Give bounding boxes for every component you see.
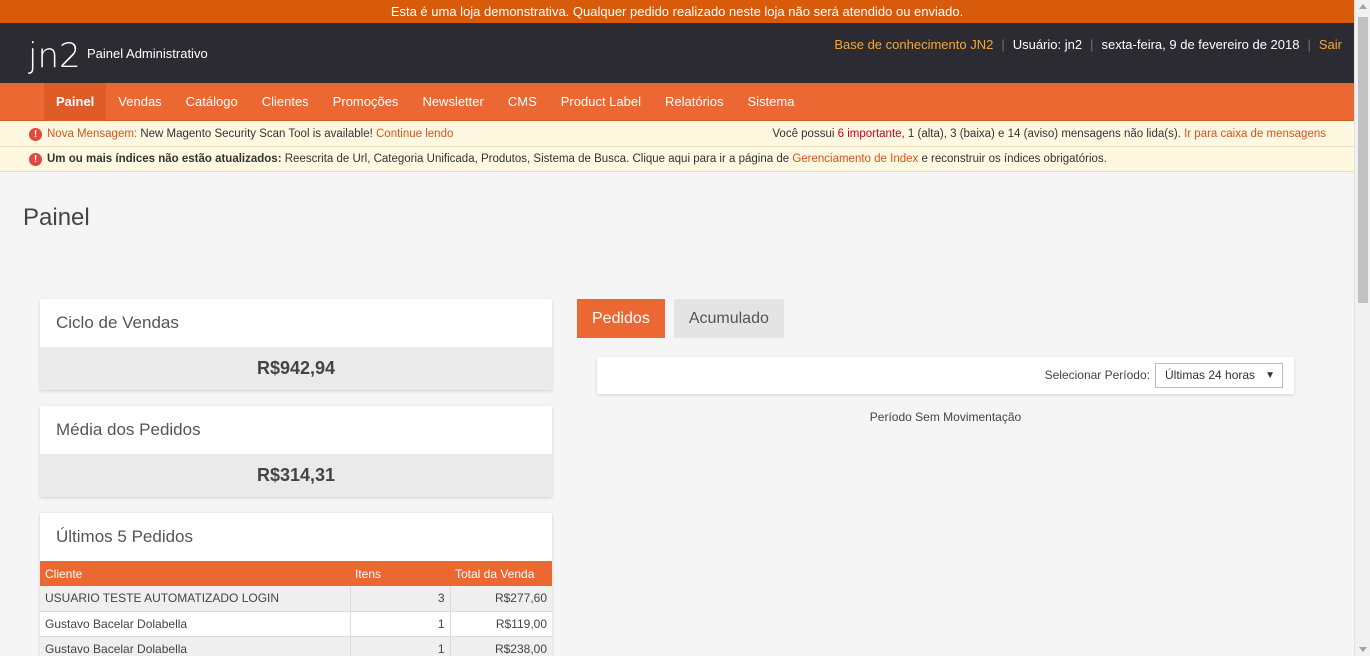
last-orders-table: Cliente Itens Total da Venda USUARIO TES… — [40, 561, 552, 656]
chevron-down-icon: ▼ — [1265, 370, 1275, 381]
index-management-link[interactable]: Gerenciamento de Index — [792, 153, 918, 165]
new-message-text: New Magento Security Scan Tool is availa… — [140, 128, 373, 140]
order-total: R$238,00 — [449, 636, 552, 656]
user-label: Usuário: jn2 — [1012, 37, 1083, 52]
period-filter-box: Selecionar Período: Últimas 24 horas ▼ — [597, 357, 1294, 394]
table-row[interactable]: USUARIO TESTE AUTOMATIZADO LOGIN 3 R$277… — [40, 586, 552, 612]
order-items: 1 — [349, 636, 450, 656]
alert-icon: ! — [29, 128, 42, 141]
scrollbar-thumb[interactable] — [1358, 17, 1368, 303]
demo-store-notice: Esta é uma loja demonstrativa. Qualquer … — [0, 0, 1354, 23]
alert-icon: ! — [29, 153, 42, 166]
nav-item-relatorios[interactable]: Relatórios — [653, 83, 736, 121]
continue-reading-link[interactable]: Continue lendo — [376, 128, 453, 140]
nav-item-painel[interactable]: Painel — [44, 83, 107, 121]
nav-item-product-label[interactable]: Product Label — [549, 83, 653, 121]
nav-item-vendas[interactable]: Vendas — [106, 83, 173, 121]
current-date: sexta-feira, 9 de fevereiro de 2018 — [1101, 37, 1300, 52]
logout-link[interactable]: Sair — [1319, 37, 1342, 52]
period-selected-value: Últimas 24 horas — [1165, 368, 1256, 382]
nav-item-sistema[interactable]: Sistema — [736, 83, 807, 121]
new-message-bar: ! Nova Mensagem: New Magento Security Sc… — [0, 122, 1354, 147]
scroll-down-arrow-icon[interactable] — [1359, 647, 1367, 652]
header-links: Base de conhecimento JN2 | Usuário: jn2 | se… — [834, 37, 1342, 52]
nav-item-cms[interactable]: CMS — [496, 83, 549, 121]
period-select[interactable]: Últimas 24 horas ▼ — [1155, 363, 1283, 388]
index-warning-label: Um ou mais índices não estão atualizados… — [47, 153, 282, 165]
nav-item-promocoes[interactable]: Promoções — [321, 83, 411, 121]
knowledge-base-link[interactable]: Base de conhecimento JN2 — [834, 37, 993, 52]
no-activity-message: Período Sem Movimentação — [869, 410, 1022, 424]
inbox-link[interactable]: Ir para caixa de mensagens — [1184, 128, 1326, 140]
order-customer: Gustavo Bacelar Dolabella — [40, 611, 350, 637]
average-orders-title: Média dos Pedidos — [56, 420, 201, 439]
average-orders-value: R$314,31 — [40, 454, 552, 497]
order-customer: USUARIO TESTE AUTOMATIZADO LOGIN — [40, 586, 350, 612]
order-customer: Gustavo Bacelar Dolabella — [40, 636, 350, 656]
sales-cycle-card: Ciclo de Vendas R$942,94 — [40, 299, 552, 390]
nav-item-newsletter[interactable]: Newsletter — [410, 83, 495, 121]
messages-summary-prefix: Você possui — [772, 128, 835, 140]
nav-item-catalogo[interactable]: Catálogo — [174, 83, 250, 121]
svg-text:jn2: jn2 — [28, 36, 80, 75]
order-total: R$119,00 — [449, 611, 552, 637]
average-orders-card: Média dos Pedidos R$314,31 — [40, 406, 552, 497]
chart-tabs: Pedidos Acumulado — [577, 299, 793, 338]
column-header-customer[interactable]: Cliente — [40, 561, 350, 586]
tab-orders[interactable]: Pedidos — [577, 299, 665, 338]
order-items: 1 — [349, 611, 450, 637]
last-orders-title: Últimos 5 Pedidos — [56, 527, 194, 546]
important-count-link[interactable]: 6 importante — [838, 128, 902, 140]
jn2-logo[interactable]: jn2 — [28, 31, 80, 75]
index-warning-bar: ! Um ou mais índices não estão atualizad… — [0, 147, 1354, 172]
index-warning-suffix: e reconstruir os índices obrigatórios. — [921, 153, 1107, 165]
tab-accumulated[interactable]: Acumulado — [673, 299, 784, 338]
period-label: Selecionar Período: — [1044, 368, 1150, 382]
table-row[interactable]: Gustavo Bacelar Dolabella 1 R$238,00 — [40, 636, 552, 656]
main-nav: Painel Vendas Catálogo Clientes Promoçõe… — [0, 83, 1354, 121]
page-title: Painel — [23, 204, 90, 231]
new-message-label: Nova Mensagem: — [47, 128, 138, 140]
admin-header: jn2 Painel Administrativo Base de conhec… — [0, 23, 1354, 83]
index-warning-text: Reescrita de Url, Categoria Unificada, P… — [284, 153, 790, 165]
scroll-up-arrow-icon[interactable] — [1359, 4, 1367, 9]
table-row[interactable]: Gustavo Bacelar Dolabella 1 R$119,00 — [40, 611, 552, 637]
admin-panel-subtitle: Painel Administrativo — [87, 46, 208, 61]
messages-summary-rest: , 1 (alta), 3 (baixa) e 14 (aviso) mensa… — [901, 128, 1181, 140]
order-total: R$277,60 — [449, 586, 552, 612]
column-header-items[interactable]: Itens — [350, 561, 450, 586]
nav-item-clientes[interactable]: Clientes — [250, 83, 321, 121]
column-header-total[interactable]: Total da Venda — [450, 561, 552, 586]
page-scrollbar[interactable] — [1354, 0, 1370, 656]
order-items: 3 — [349, 586, 450, 612]
last-orders-card: Últimos 5 Pedidos Cliente Itens Total da… — [40, 513, 552, 656]
sales-cycle-value: R$942,94 — [40, 347, 552, 390]
sales-cycle-title: Ciclo de Vendas — [56, 313, 179, 332]
